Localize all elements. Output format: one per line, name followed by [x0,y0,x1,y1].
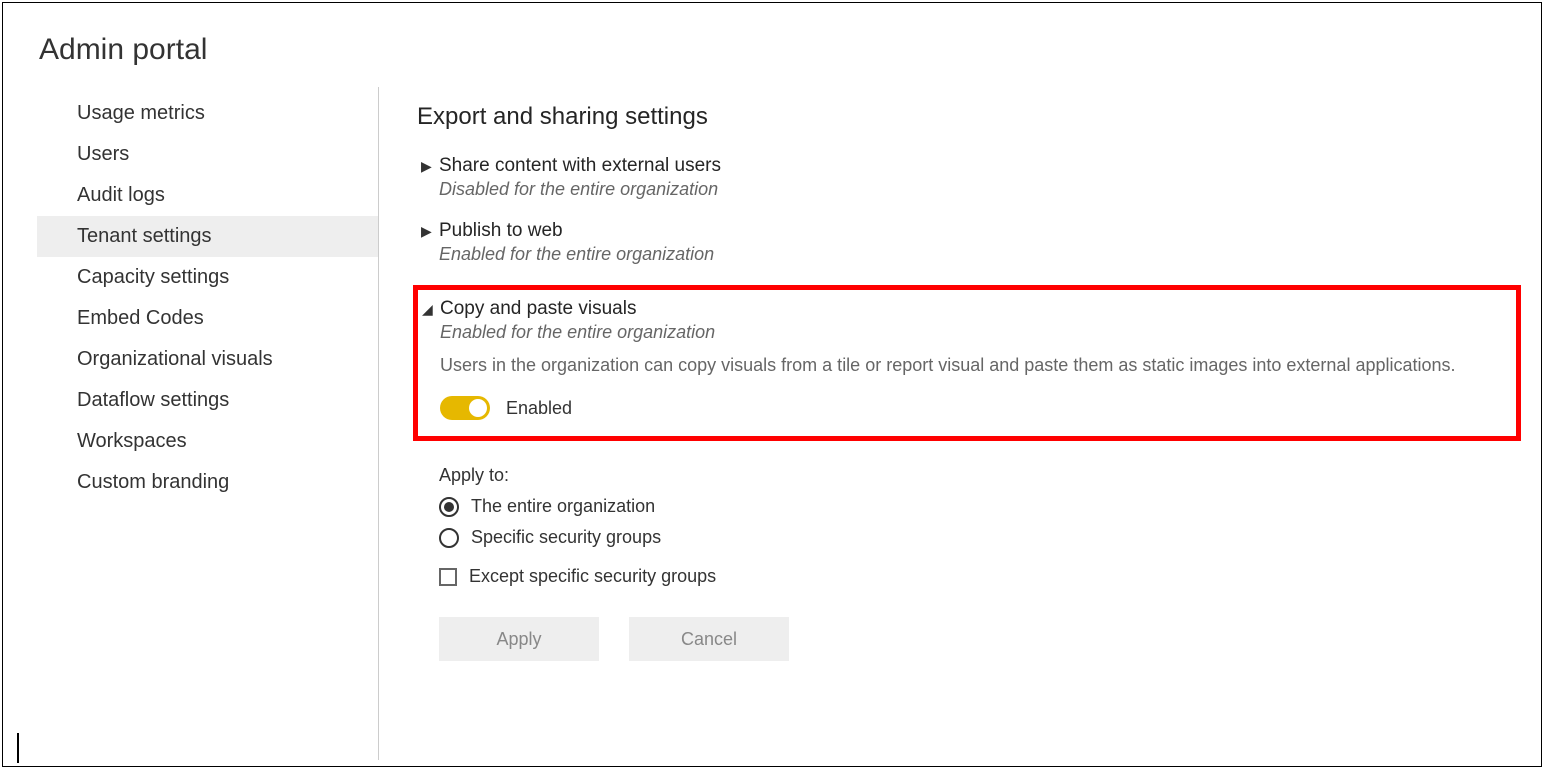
checkbox-except-groups[interactable]: Except specific security groups [439,566,1521,587]
radio-label: The entire organization [471,496,655,517]
checkbox-icon [439,568,457,586]
setting-copy-paste-visuals: ◢ Copy and paste visuals Enabled for the… [418,298,1506,420]
sidebar-item-capacity-settings[interactable]: Capacity settings [37,257,378,298]
setting-share-external: ▶ Share content with external users Disa… [417,155,1521,200]
setting-publish-web: ▶ Publish to web Enabled for the entire … [417,220,1521,265]
setting-description: Users in the organization can copy visua… [440,353,1506,378]
toggle-row: Enabled [440,396,1506,420]
sidebar-item-custom-branding[interactable]: Custom branding [37,462,378,503]
setting-status: Enabled for the entire organization [440,322,1506,343]
radio-icon [439,497,459,517]
cancel-button[interactable]: Cancel [629,617,789,661]
sidebar-item-users[interactable]: Users [37,134,378,175]
checkbox-label: Except specific security groups [469,566,716,587]
sidebar-item-tenant-settings[interactable]: Tenant settings [37,216,378,257]
setting-name: Publish to web [439,220,563,242]
sidebar-item-embed-codes[interactable]: Embed Codes [37,298,378,339]
sidebar-item-dataflow-settings[interactable]: Dataflow settings [37,380,378,421]
toggle-label: Enabled [506,398,572,419]
apply-to-block: Apply to: The entire organization Specif… [439,465,1521,587]
main-content: Export and sharing settings ▶ Share cont… [378,87,1541,760]
caret-right-icon: ▶ [421,223,439,240]
highlight-annotation: ◢ Copy and paste visuals Enabled for the… [413,285,1521,441]
section-title: Export and sharing settings [417,103,1521,131]
sidebar-item-audit-logs[interactable]: Audit logs [37,175,378,216]
radio-specific-groups[interactable]: Specific security groups [439,527,1521,548]
setting-status: Disabled for the entire organization [439,179,1521,200]
button-row: Apply Cancel [439,617,1521,661]
setting-header[interactable]: ▶ Publish to web [421,220,1521,242]
text-cursor [17,733,19,763]
sidebar-item-organizational-visuals[interactable]: Organizational visuals [37,339,378,380]
setting-header[interactable]: ▶ Share content with external users [421,155,1521,177]
apply-to-label: Apply to: [439,465,1521,486]
setting-name: Share content with external users [439,155,721,177]
page-title: Admin portal [3,3,1541,87]
apply-button[interactable]: Apply [439,617,599,661]
caret-down-icon: ◢ [422,301,440,318]
toggle-knob [469,399,487,417]
caret-right-icon: ▶ [421,158,439,175]
radio-label: Specific security groups [471,527,661,548]
radio-entire-org[interactable]: The entire organization [439,496,1521,517]
setting-status: Enabled for the entire organization [439,244,1521,265]
sidebar-item-workspaces[interactable]: Workspaces [37,421,378,462]
setting-name: Copy and paste visuals [440,298,636,320]
sidebar-item-usage-metrics[interactable]: Usage metrics [37,93,378,134]
enabled-toggle[interactable] [440,396,490,420]
sidebar: Usage metrics Users Audit logs Tenant se… [3,87,378,760]
radio-icon [439,528,459,548]
setting-header[interactable]: ◢ Copy and paste visuals [422,298,1506,320]
